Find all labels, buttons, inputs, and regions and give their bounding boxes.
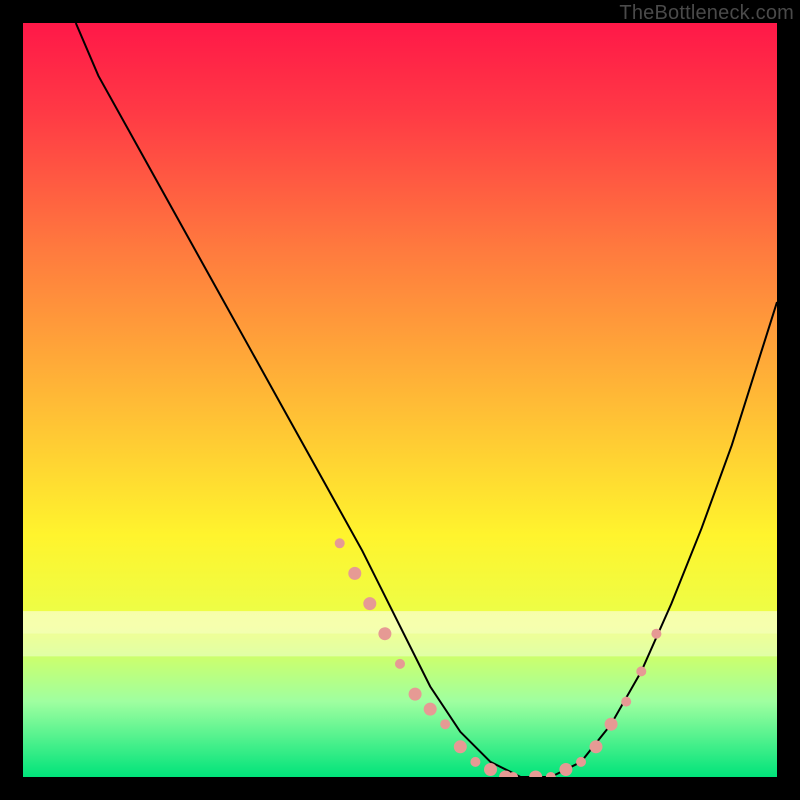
chart-svg xyxy=(23,23,777,777)
attribution-label: TheBottleneck.com xyxy=(619,2,794,25)
chart-highlight-bands xyxy=(23,611,777,656)
chart-frame xyxy=(23,23,777,777)
